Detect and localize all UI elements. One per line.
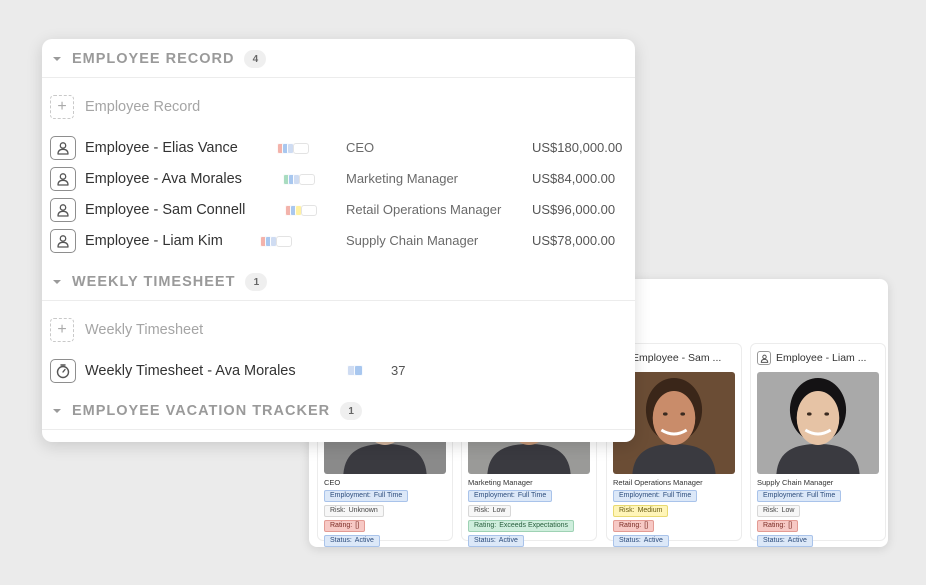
field-tag: Status: Active — [468, 535, 524, 547]
divider — [42, 429, 635, 430]
section-title: EMPLOYEE VACATION TRACKER — [72, 403, 331, 419]
person-icon — [50, 167, 76, 191]
card-role: Marketing Manager — [468, 478, 533, 487]
card-header: Employee - Liam ... — [751, 344, 885, 372]
add-weekly-timesheet-button[interactable]: + Weekly Timesheet — [50, 317, 203, 343]
record-name: Employee - Elias Vance — [85, 140, 238, 156]
role-cell: Marketing Manager — [346, 171, 458, 186]
status-chips — [260, 236, 292, 247]
section-count-badge: 1 — [245, 273, 268, 291]
caret-down-icon[interactable] — [52, 406, 62, 416]
person-icon — [757, 351, 771, 365]
field-tag: Risk: Medium — [613, 505, 669, 517]
section-title: WEEKLY TIMESHEET — [72, 274, 236, 290]
list-item[interactable]: Weekly Timesheet - Ava Morales — [50, 358, 630, 384]
status-chip-empty — [293, 143, 309, 154]
card-fields: Employment: Full Time Risk: Low Rating:[] Sta… — [751, 490, 885, 547]
card-title: Employee - Liam ... — [776, 352, 867, 364]
section-count-badge: 1 — [340, 402, 363, 420]
field-tag: Risk: Unknown — [324, 505, 384, 517]
field-tag: Employment: Full Time — [324, 490, 409, 502]
stopwatch-icon — [50, 359, 76, 383]
salary-cell: US$180,000.00 — [532, 140, 623, 155]
section-header-employee-record[interactable]: EMPLOYEE RECORD 4 — [42, 39, 635, 79]
salary-cell: US$96,000.00 — [532, 202, 616, 217]
field-tag: Risk: Low — [468, 505, 512, 517]
field-tag: Employment: Full Time — [468, 490, 553, 502]
add-label: Weekly Timesheet — [85, 322, 204, 338]
field-tag: Status: Active — [757, 535, 813, 547]
hours-value: 37 — [391, 363, 406, 378]
status-chips — [277, 143, 309, 154]
status-chips — [283, 174, 315, 185]
employee-photo — [757, 372, 879, 474]
card-role: CEO — [324, 478, 341, 487]
salary-cell: US$78,000.00 — [532, 233, 616, 248]
field-tag: Employment: Full Time — [613, 490, 698, 502]
grouped-list-panel: EMPLOYEE RECORD 4 + Employee Record Empl… — [42, 39, 635, 442]
field-tag: Status: Active — [613, 535, 669, 547]
card-fields: Employment: Full Time Risk: Unknown Rating:[… — [318, 490, 452, 547]
card-role: Retail Operations Manager — [613, 478, 703, 487]
person-icon — [50, 198, 76, 222]
role-cell: Retail Operations Manager — [346, 202, 502, 217]
caret-down-icon[interactable] — [52, 54, 62, 64]
person-icon — [50, 136, 76, 160]
field-tag: Rating: Exceeds Expectations — [468, 520, 575, 532]
record-name: Employee - Ava Morales — [85, 171, 242, 187]
status-chip — [354, 365, 363, 376]
section-header-vacation-tracker[interactable]: EMPLOYEE VACATION TRACKER 1 — [42, 391, 635, 431]
card-title: Employee - Sam ... — [632, 352, 722, 364]
field-tag: Employment: Full Time — [757, 490, 842, 502]
role-cell: Supply Chain Manager — [346, 233, 479, 248]
field-tag: Rating:[] — [613, 520, 655, 532]
gallery-card[interactable]: Employee - Liam ... Supply Chain Manager… — [750, 343, 886, 547]
section-header-weekly-timesheet[interactable]: WEEKLY TIMESHEET 1 — [42, 262, 635, 302]
record-name: Weekly Timesheet - Ava Morales — [85, 363, 296, 379]
plus-icon: + — [50, 318, 74, 342]
card-fields: Employment: Full Time Risk: Medium Rating:[]… — [607, 490, 741, 547]
status-chips — [347, 365, 363, 376]
section-count-badge: 4 — [244, 50, 267, 68]
field-tag: Status: Active — [324, 535, 380, 547]
caret-down-icon[interactable] — [52, 277, 62, 287]
record-name: Employee - Liam Kim — [85, 233, 223, 249]
salary-cell: US$84,000.00 — [532, 171, 616, 186]
field-tag: Rating:[] — [324, 520, 366, 532]
divider — [42, 300, 635, 301]
section-title: EMPLOYEE RECORD — [72, 51, 235, 67]
person-icon — [50, 229, 76, 253]
field-tag: Risk: Low — [757, 505, 801, 517]
card-role: Supply Chain Manager — [757, 478, 834, 487]
divider — [42, 77, 635, 78]
status-chip-empty — [276, 236, 292, 247]
add-label: Employee Record — [85, 99, 201, 115]
add-employee-record-button[interactable]: + Employee Record — [50, 94, 200, 120]
status-chip-empty — [301, 205, 317, 216]
role-cell: CEO — [346, 140, 375, 155]
status-chip-empty — [299, 174, 315, 185]
status-chips — [285, 205, 317, 216]
field-tag: Rating:[] — [757, 520, 799, 532]
record-name: Employee - Sam Connell — [85, 202, 246, 218]
card-fields: Employment: Full Time Risk: Low Rating: Excee… — [462, 490, 596, 547]
plus-icon: + — [50, 95, 74, 119]
